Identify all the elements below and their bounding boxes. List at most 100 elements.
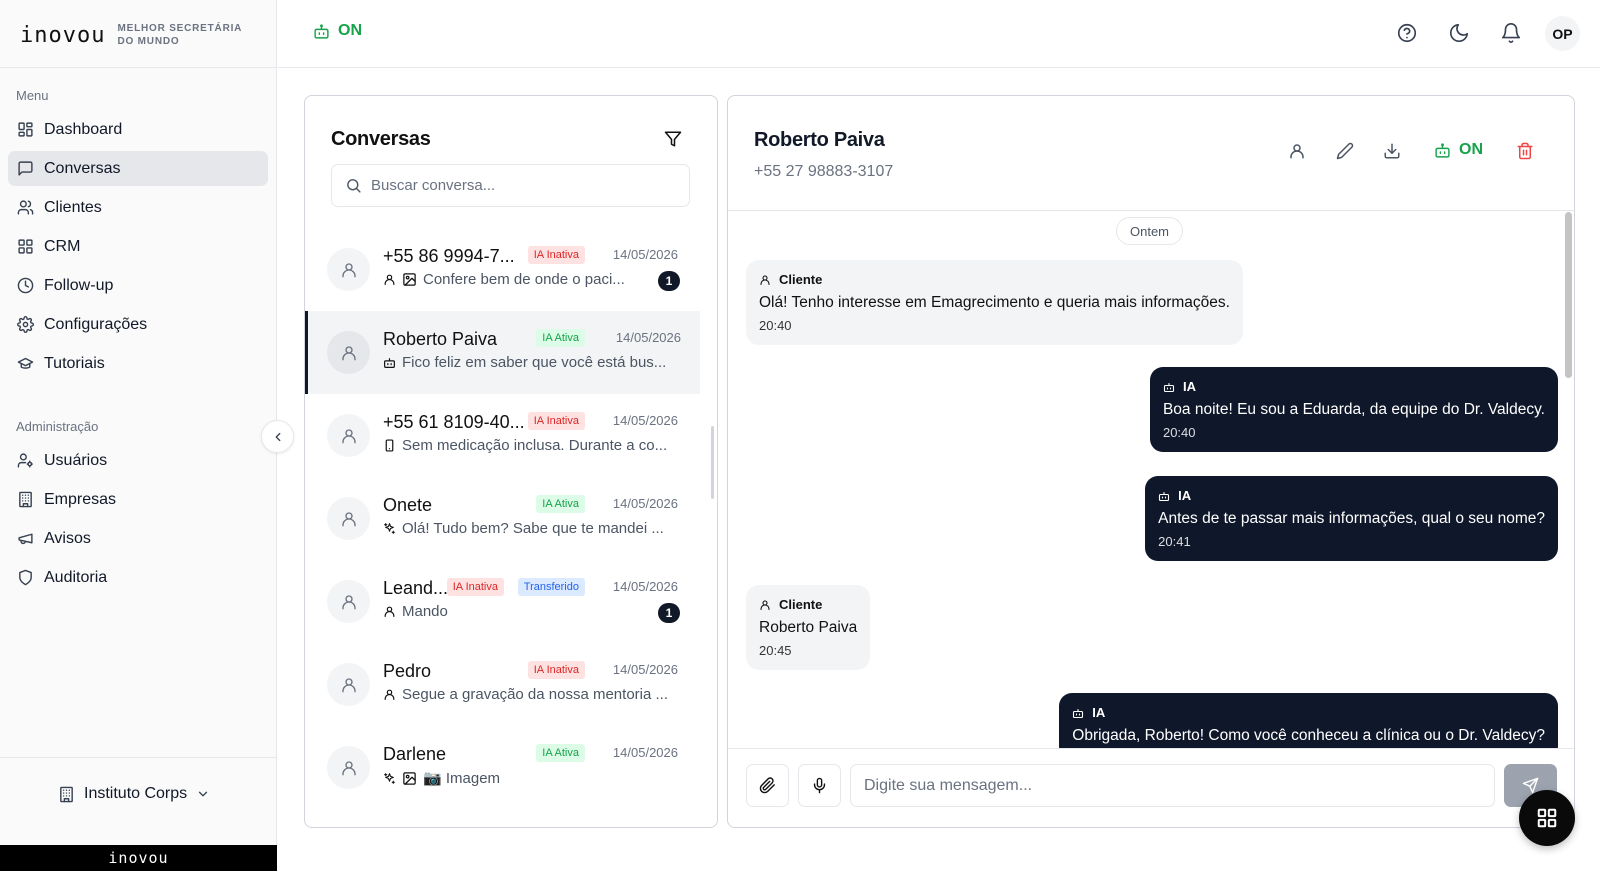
conversation-item[interactable]: Pedro IA Inativa 14/05/2026 Segue a gravaçã… bbox=[305, 643, 700, 726]
scrollbar[interactable] bbox=[711, 426, 714, 499]
sidebar-item-usuarios[interactable]: Usuários bbox=[8, 443, 268, 478]
status-badge: IA Inativa bbox=[528, 827, 585, 828]
message-time: 20:41 bbox=[1158, 534, 1191, 549]
contact-phone: +55 27 98883-3107 bbox=[754, 163, 894, 180]
sidebar: inovou MELHOR SECRETÁRIA DO MUNDO Menu D… bbox=[0, 0, 277, 871]
sparkles-icon bbox=[383, 772, 396, 785]
chat-ai-status: ON bbox=[1459, 141, 1483, 158]
unread-count-badge: 1 bbox=[658, 271, 680, 291]
sidebar-item-label: Clientes bbox=[44, 198, 102, 216]
message-square-icon bbox=[17, 160, 34, 177]
user-icon bbox=[340, 593, 358, 611]
user-icon bbox=[759, 599, 771, 611]
conversation-date: 14/05/2026 bbox=[612, 745, 678, 760]
message-time: 20:45 bbox=[759, 643, 792, 658]
search-input[interactable] bbox=[371, 177, 671, 194]
attach-button[interactable] bbox=[746, 764, 789, 807]
image-icon bbox=[402, 272, 417, 287]
gear-icon bbox=[17, 316, 34, 333]
status-badge: IA Inativa bbox=[527, 412, 585, 430]
help-icon[interactable] bbox=[1396, 22, 1418, 44]
bell-icon[interactable] bbox=[1500, 22, 1522, 44]
conversation-item[interactable]: +55 61 9909-0...IA Inativa14/05/2026 bbox=[305, 809, 700, 828]
message-bubble-client: Cliente Olá! Tenho interesse em Emagreci… bbox=[746, 260, 1243, 345]
search-box bbox=[331, 164, 690, 207]
sidebar-item-avisos[interactable]: Avisos bbox=[8, 521, 268, 556]
conversation-name: Roberto Paiva bbox=[383, 329, 498, 349]
sidebar-item-empresas[interactable]: Empresas bbox=[8, 482, 268, 517]
paperclip-icon bbox=[759, 777, 776, 794]
conversation-name: Darlene bbox=[383, 744, 447, 764]
conversation-name: Pedro bbox=[383, 661, 432, 681]
user-cog-icon bbox=[17, 452, 34, 469]
record-audio-button[interactable] bbox=[798, 764, 841, 807]
conversation-date: 14/05/2026 bbox=[612, 496, 678, 511]
avatar bbox=[327, 248, 370, 291]
brand[interactable]: inovou MELHOR SECRETÁRIA DO MUNDO bbox=[20, 18, 257, 52]
sidebar-item-crm[interactable]: CRM bbox=[8, 229, 268, 264]
conversation-item[interactable]: Leand... Transferido IA Inativa 14/05/2026 M… bbox=[305, 560, 700, 643]
status-badge: IA Ativa bbox=[536, 495, 585, 513]
sidebar-item-label: Usuários bbox=[44, 451, 108, 469]
apps-menu-button[interactable] bbox=[1519, 790, 1575, 846]
user-icon[interactable] bbox=[1288, 142, 1306, 160]
bot-icon bbox=[313, 23, 330, 40]
building-icon bbox=[17, 491, 34, 508]
message-author: Cliente bbox=[779, 272, 823, 287]
pencil-icon[interactable] bbox=[1336, 142, 1354, 160]
sidebar-item-configuracoes[interactable]: Configurações bbox=[8, 307, 268, 342]
scrollbar[interactable] bbox=[1565, 212, 1572, 378]
sidebar-item-conversas[interactable]: Conversas bbox=[8, 151, 268, 186]
conversation-item[interactable]: Onete IA Ativa 14/05/2026 Olá! Tudo bem? Sa… bbox=[305, 477, 700, 560]
user-icon bbox=[340, 676, 358, 694]
chevron-left-icon bbox=[271, 430, 285, 444]
bot-icon bbox=[1434, 142, 1451, 159]
conversation-date: 14/05/2026 bbox=[612, 413, 678, 428]
message-text: Roberto Paiva bbox=[759, 619, 858, 636]
ai-status-toggle[interactable]: ON bbox=[313, 22, 362, 40]
conversation-item[interactable]: +55 61 8109-40... IA Inativa 14/05/2026 Sem… bbox=[305, 394, 700, 477]
sidebar-item-clientes[interactable]: Clientes bbox=[8, 190, 268, 225]
conversation-item[interactable]: +55 86 9994-7... IA Inativa 14/05/2026 Conf… bbox=[305, 228, 700, 311]
preview-text: Segue a gravação da nossa mentoria ... bbox=[402, 686, 669, 703]
contact-name: Roberto Paiva bbox=[754, 129, 885, 151]
sidebar-item-tutoriais[interactable]: Tutoriais bbox=[8, 346, 268, 381]
conversation-item[interactable]: Roberto Paiva IA Ativa 14/05/2026 Fico feli… bbox=[305, 311, 700, 394]
conversation-name: Onete bbox=[383, 495, 433, 515]
chevron-down-icon bbox=[196, 787, 210, 801]
status-badge: IA Ativa bbox=[536, 744, 585, 762]
chat-ai-toggle[interactable]: ON bbox=[1434, 141, 1483, 159]
conversation-name: +55 86 9994-7... bbox=[383, 246, 515, 266]
conversation-name: +55 61 8109-40... bbox=[383, 412, 525, 432]
conversation-preview: 📷 Imagem bbox=[383, 769, 679, 787]
message-time: 20:40 bbox=[759, 318, 792, 333]
message-input[interactable] bbox=[850, 764, 1495, 807]
user-icon bbox=[383, 688, 396, 701]
graduation-cap-icon bbox=[17, 355, 34, 372]
avatar bbox=[327, 331, 370, 374]
divider bbox=[0, 757, 277, 758]
download-icon[interactable] bbox=[1383, 142, 1401, 160]
filter-icon[interactable] bbox=[664, 130, 682, 148]
status-badge: IA Inativa bbox=[527, 661, 585, 679]
sidebar-item-dashboard[interactable]: Dashboard bbox=[8, 112, 268, 147]
preview-text: Sem medicação inclusa. Durante a co... bbox=[402, 437, 668, 454]
company-selector[interactable]: Instituto Corps bbox=[58, 785, 210, 803]
menu-section-label: Menu bbox=[16, 88, 49, 103]
conversation-item[interactable]: Darlene IA Ativa 14/05/2026 📷 Imagem bbox=[305, 726, 700, 809]
moon-icon[interactable] bbox=[1448, 22, 1470, 44]
preview-text: Confere bem de onde o paci... bbox=[423, 271, 625, 288]
company-name: Instituto Corps bbox=[84, 785, 188, 802]
sidebar-item-auditoria[interactable]: Auditoria bbox=[8, 560, 268, 595]
conversations-title: Conversas bbox=[331, 128, 431, 150]
user-icon bbox=[383, 273, 396, 286]
sidebar-item-label: Follow-up bbox=[44, 276, 114, 294]
trash-icon[interactable] bbox=[1516, 142, 1534, 160]
preview-text: Fico feliz em saber que você está bus... bbox=[402, 354, 667, 371]
bot-icon bbox=[1158, 490, 1170, 502]
user-avatar[interactable]: OP bbox=[1545, 16, 1580, 51]
message-text: Olá! Tenho interesse em Emagrecimento e … bbox=[759, 294, 1230, 311]
sidebar-item-follow-up[interactable]: Follow-up bbox=[8, 268, 268, 303]
preview-text: Mando bbox=[402, 603, 448, 620]
collapse-sidebar-button[interactable] bbox=[261, 420, 294, 453]
